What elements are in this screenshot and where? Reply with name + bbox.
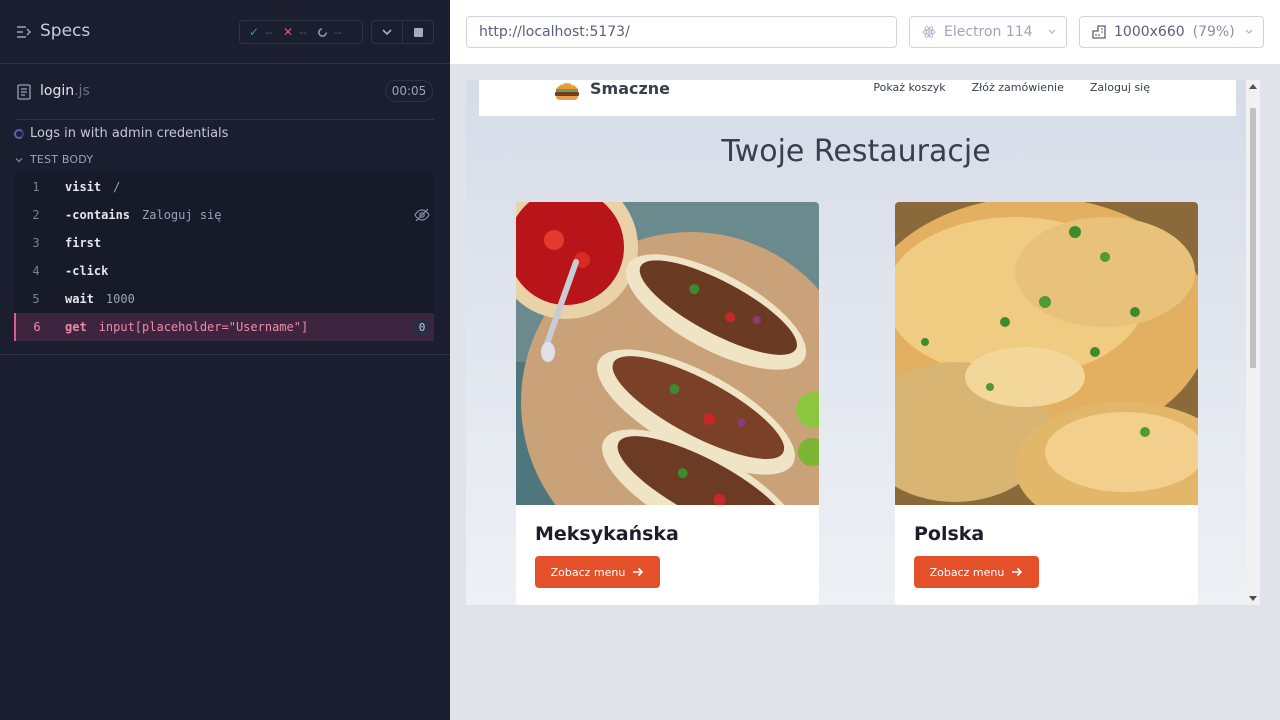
auto-scroll-toggle-button[interactable] — [371, 20, 403, 44]
command-row[interactable]: 3 first — [14, 229, 434, 257]
command-number: 1 — [32, 180, 40, 194]
command-number: 6 — [33, 320, 41, 334]
command-row[interactable]: 4 -click — [14, 257, 434, 285]
view-menu-button[interactable]: Zobacz menu — [914, 556, 1039, 588]
spec-file-basename: login — [40, 83, 75, 99]
command-number: 4 — [32, 264, 40, 278]
command-number: 3 — [32, 236, 40, 250]
active-command-row[interactable]: 6 get input[placeholder="Username"] 0 — [14, 313, 434, 341]
failed-stat: ✕ -- — [283, 25, 307, 39]
chevron-down-icon — [15, 157, 23, 162]
command-row[interactable]: 2 -contains Zaloguj się — [14, 201, 434, 229]
nav-link-order[interactable]: Złóż zamówienie — [972, 81, 1064, 94]
stop-icon — [413, 27, 423, 37]
specs-title[interactable]: Specs — [40, 21, 90, 41]
test-stats: ✓ -- ✕ -- -- — [239, 20, 363, 44]
command-name: -click — [65, 264, 109, 278]
command-arg: input[placeholder="Username"] — [98, 320, 309, 334]
ruler-icon — [1092, 25, 1106, 39]
aut-iframe: Smaczne Pokaż koszyk Złóż zamówienie Zal… — [466, 80, 1260, 605]
command-name: visit — [65, 180, 102, 194]
test-title-row[interactable]: Logs in with admin credentials — [14, 126, 228, 141]
view-menu-button[interactable]: Zobacz menu — [535, 556, 660, 588]
document-icon — [17, 84, 31, 100]
run-duration: 00:05 — [385, 80, 433, 102]
view-menu-label: Zobacz menu — [929, 565, 1005, 579]
spec-file-ext: .js — [74, 83, 90, 99]
aut-toolbar: http://localhost:5173/ Electron 114 1000… — [450, 0, 1280, 64]
spec-file-name: login.js — [40, 83, 90, 99]
restaurant-card: Polska Zobacz menu — [895, 202, 1198, 605]
divider — [16, 119, 434, 120]
command-number: 2 — [32, 208, 40, 222]
burger-logo-icon[interactable] — [553, 80, 581, 103]
reporter-panel: Specs ✓ -- ✕ -- -- login.js 00:05 Logs i… — [0, 0, 450, 720]
passed-count: -- — [265, 25, 274, 39]
page-title: Twoje Restauracje — [721, 134, 991, 169]
command-name: first — [65, 236, 102, 250]
restaurant-card: Meksykańska Zobacz menu — [516, 202, 819, 605]
viewport-zoom: (79%) — [1192, 24, 1235, 40]
test-title: Logs in with admin credentials — [30, 126, 229, 141]
card-title: Meksykańska — [535, 523, 679, 545]
command-name: -contains — [65, 208, 131, 222]
card-title: Polska — [914, 523, 985, 545]
spec-file-row[interactable]: login.js 00:05 — [0, 64, 450, 120]
command-name: get — [65, 320, 87, 334]
pierogi-image — [895, 202, 1198, 505]
pending-circle-icon — [318, 27, 328, 37]
viewport-info[interactable]: 1000x660 (79%) — [1079, 16, 1264, 48]
divider — [0, 354, 450, 355]
command-row[interactable]: 1 visit / — [14, 173, 434, 201]
command-arg: Zaloguj się — [142, 208, 222, 222]
command-row[interactable]: 5 wait 1000 — [14, 285, 434, 313]
tacos-image — [516, 202, 819, 505]
passed-stat: ✓ -- — [249, 25, 273, 39]
arrow-right-icon — [1012, 567, 1023, 577]
running-spinner-icon — [14, 128, 24, 139]
test-body-label: TEST BODY — [30, 153, 94, 166]
check-icon: ✓ — [249, 25, 260, 39]
browser-name: Electron 114 — [944, 24, 1033, 40]
stop-button[interactable] — [402, 20, 434, 44]
command-arg: / — [113, 180, 121, 194]
scroll-up-arrow-icon[interactable] — [1249, 84, 1257, 89]
specs-list-icon[interactable] — [16, 24, 32, 40]
specs-header: Specs ✓ -- ✕ -- -- — [0, 0, 450, 64]
viewport-size: 1000x660 — [1114, 24, 1185, 40]
test-body-header[interactable]: TEST BODY — [14, 153, 93, 166]
url-bar[interactable]: http://localhost:5173/ — [466, 16, 897, 48]
scroll-down-arrow-icon[interactable] — [1249, 596, 1257, 601]
nav-link-cart[interactable]: Pokaż koszyk — [873, 81, 945, 94]
electron-icon — [922, 26, 936, 38]
x-icon: ✕ — [283, 25, 294, 39]
nav-links: Pokaż koszyk Złóż zamówienie Zaloguj się — [873, 81, 1150, 94]
pending-stat: -- — [317, 26, 342, 39]
arrow-right-icon — [633, 567, 644, 577]
chevron-down-icon — [1048, 29, 1056, 34]
pending-count: -- — [334, 25, 342, 39]
chevron-down-icon — [382, 28, 392, 35]
browser-selector[interactable]: Electron 114 — [909, 16, 1067, 48]
command-arg: 1000 — [105, 292, 135, 306]
site-navbar: Smaczne Pokaż koszyk Złóż zamówienie Zal… — [479, 80, 1236, 116]
brand-name[interactable]: Smaczne — [590, 80, 670, 98]
chevron-down-icon — [1245, 29, 1253, 34]
app-under-test-panel: http://localhost:5173/ Electron 114 1000… — [450, 0, 1280, 720]
view-menu-label: Zobacz menu — [550, 565, 626, 579]
scrollbar-thumb[interactable] — [1250, 108, 1256, 368]
scrollbar[interactable] — [1246, 80, 1260, 605]
element-count-badge: 0 — [414, 319, 430, 335]
failed-count: -- — [299, 25, 308, 39]
command-number: 5 — [32, 292, 40, 306]
nav-link-login[interactable]: Zaloguj się — [1090, 81, 1150, 94]
eye-slash-icon[interactable] — [414, 208, 430, 222]
command-name: wait — [65, 292, 94, 306]
command-log: 1 visit / 2 -contains Zaloguj się 3 firs… — [14, 173, 434, 341]
